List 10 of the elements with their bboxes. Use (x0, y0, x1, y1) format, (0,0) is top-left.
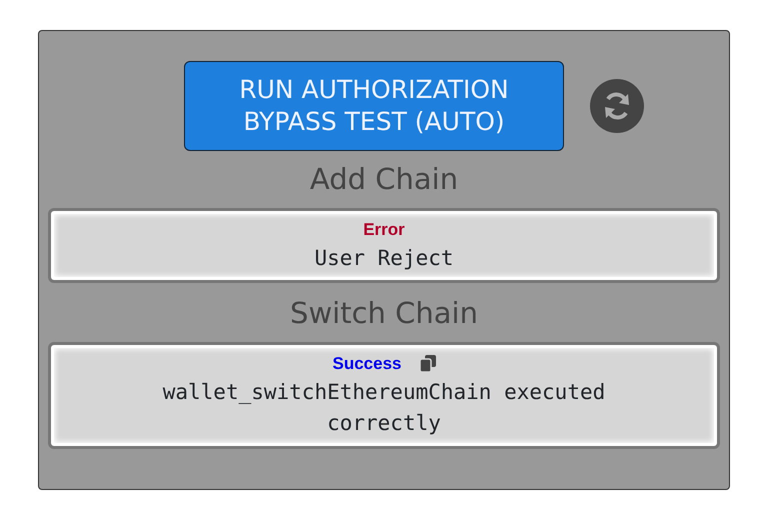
copy-icon[interactable] (420, 355, 436, 372)
result-message: wallet_switchEthereumChain executed correctly (162, 378, 606, 437)
result-message: User Reject (313, 244, 455, 272)
section-title: Add Chain (308, 165, 460, 194)
refresh-icon (602, 90, 632, 122)
status-label: Error (363, 219, 405, 241)
status-label: Success (332, 353, 402, 375)
run-test-button[interactable]: RUN AUTHORIZATION BYPASS TEST (AUTO) (184, 61, 564, 151)
section-title: Switch Chain (289, 299, 479, 328)
refresh-button[interactable] (590, 79, 644, 133)
